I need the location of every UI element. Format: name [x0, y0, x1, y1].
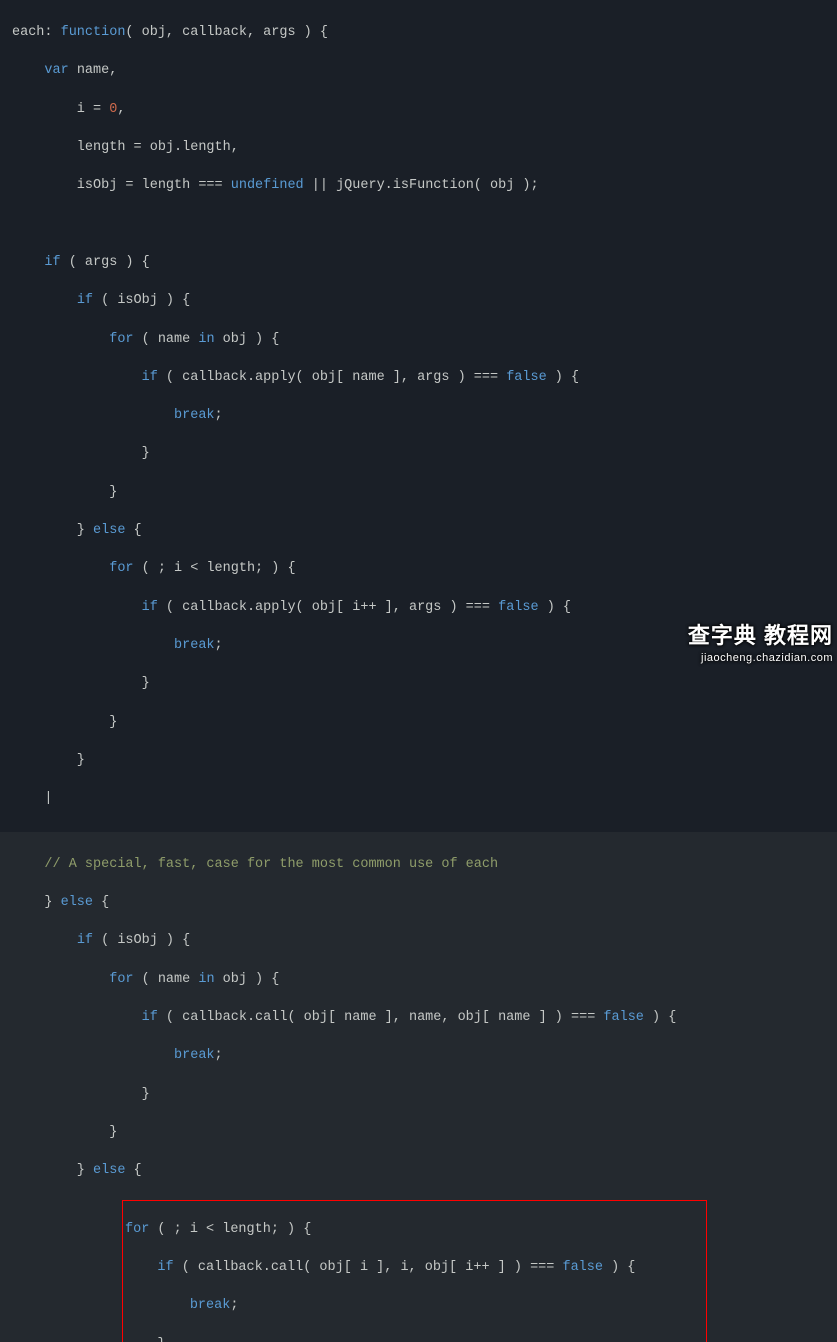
code-line: }	[12, 713, 837, 732]
code-line: if ( isObj ) {	[12, 291, 837, 310]
code-line: } else {	[12, 521, 837, 540]
code-line: break;	[12, 1046, 837, 1065]
code-line: }	[12, 483, 837, 502]
highlighted-code-box: for ( ; i < length; ) { if ( callback.ca…	[122, 1200, 707, 1342]
code-line: }	[12, 444, 837, 463]
code-line: break;	[12, 406, 837, 425]
code-block-top: each: function( obj, callback, args ) { …	[0, 0, 837, 832]
code-line: // A special, fast, case for the most co…	[12, 855, 837, 874]
code-line: for ( ; i < length; ) {	[125, 1220, 704, 1239]
code-line: i = 0,	[12, 100, 837, 119]
code-line: each: function( obj, callback, args ) {	[12, 23, 837, 42]
code-line: if ( isObj ) {	[12, 931, 837, 950]
code-line: }	[12, 1085, 837, 1104]
code-line: }	[125, 1335, 704, 1342]
code-line: isObj = length === undefined || jQuery.i…	[12, 176, 837, 195]
code-line: length = obj.length,	[12, 138, 837, 157]
code-line: for ( ; i < length; ) {	[12, 559, 837, 578]
code-line: if ( callback.call( obj[ name ], name, o…	[12, 1008, 837, 1027]
code-line: }	[12, 674, 837, 693]
code-line: |	[12, 789, 837, 808]
code-line: } else {	[12, 1161, 837, 1180]
code-line: } else {	[12, 893, 837, 912]
code-line: break;	[12, 636, 837, 655]
code-line: for ( name in obj ) {	[12, 330, 837, 349]
code-line: }	[12, 1123, 837, 1142]
code-line: if ( callback.apply( obj[ i++ ], args ) …	[12, 598, 837, 617]
code-line: if ( callback.apply( obj[ name ], args )…	[12, 368, 837, 387]
code-line: for ( name in obj ) {	[12, 970, 837, 989]
code-block-bottom: // A special, fast, case for the most co…	[0, 832, 837, 1342]
code-line: break;	[125, 1296, 704, 1315]
code-line: var name,	[12, 61, 837, 80]
code-line: }	[12, 751, 837, 770]
code-line: if ( callback.call( obj[ i ], i, obj[ i+…	[125, 1258, 704, 1277]
code-line	[12, 215, 837, 234]
code-line: if ( args ) {	[12, 253, 837, 272]
